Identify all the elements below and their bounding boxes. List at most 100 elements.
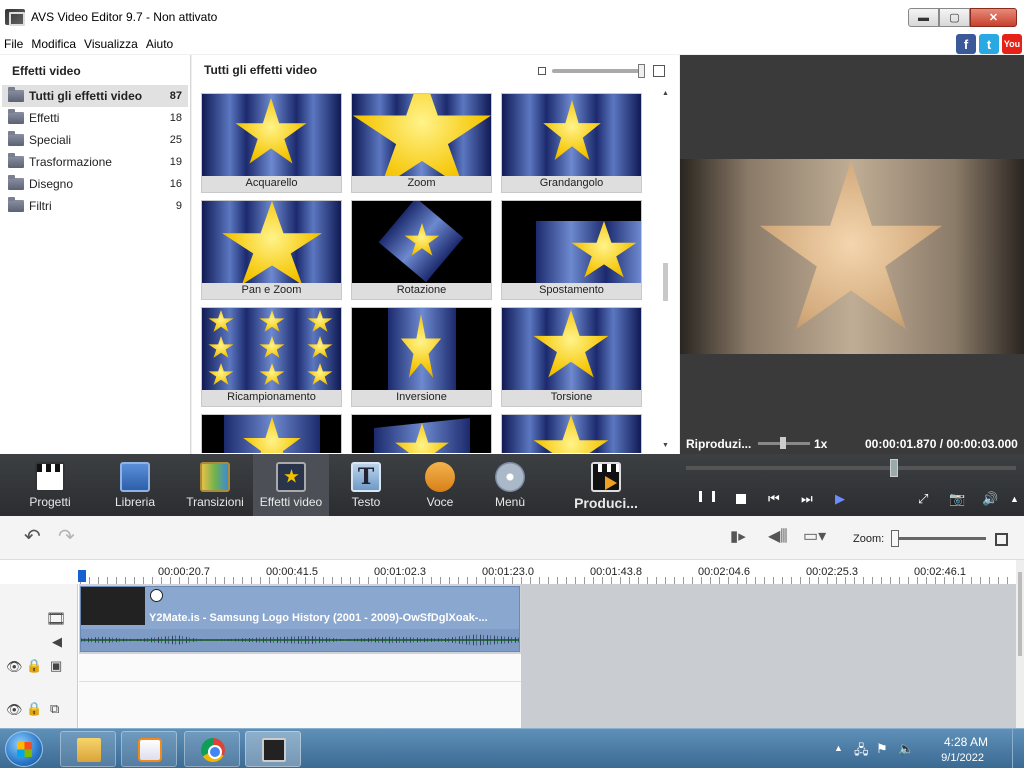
menu-visualizza[interactable]: Visualizza <box>80 37 142 51</box>
category-item-disegno[interactable]: Disegno 16 <box>2 173 188 195</box>
effect-tile-spostamento[interactable]: Spostamento <box>501 200 642 300</box>
timeline-scrollbar[interactable] <box>1016 560 1024 728</box>
next-frame-icon[interactable]: ⏭ <box>801 491 813 507</box>
large-size-icon[interactable] <box>653 65 665 77</box>
effect-tile-grandangolo[interactable]: Grandangolo <box>501 93 642 193</box>
close-button[interactable]: ✕ <box>970 8 1017 27</box>
effect-tile-torsione[interactable]: Torsione <box>501 307 642 407</box>
effect-tile[interactable] <box>351 414 492 453</box>
redo-icon[interactable]: ↷ <box>58 527 75 547</box>
youtube-icon[interactable]: You <box>1002 34 1022 54</box>
thumbnail-size-slider[interactable] <box>538 64 666 78</box>
grid-scrollbar[interactable]: ▲ ▼ <box>662 90 670 452</box>
effect-tile-ricampionamento[interactable]: Ricampionamento <box>201 307 342 407</box>
facebook-icon[interactable]: f <box>956 34 976 54</box>
volume-icon[interactable]: 🔊 <box>982 491 998 507</box>
empty-timeline-region[interactable] <box>521 584 1016 728</box>
category-item-speciali[interactable]: Speciali 25 <box>2 129 188 151</box>
playback-position-thumb[interactable] <box>890 459 898 477</box>
small-size-icon[interactable] <box>538 67 546 75</box>
progetti-button[interactable]: Progetti <box>18 454 82 516</box>
clapperboard-icon <box>35 462 65 492</box>
visibility-eye-icon[interactable]: 👁 <box>6 659 23 675</box>
ruler-ticks <box>80 577 1010 584</box>
playback-position-track[interactable] <box>686 466 1016 470</box>
clock-time[interactable]: 4:28 AM <box>944 735 988 749</box>
taskbar-media-player[interactable] <box>121 731 177 767</box>
size-thumb[interactable] <box>638 64 645 78</box>
fullscreen-icon[interactable]: ⤢ <box>918 491 928 507</box>
speed-slider-thumb[interactable] <box>780 437 786 449</box>
effect-label: Spostamento <box>539 284 604 296</box>
effect-tile-zoom[interactable]: Zoom <box>351 93 492 193</box>
zoom-fit-icon[interactable] <box>995 533 1008 546</box>
snapshot-camera-icon[interactable]: 📷 <box>949 491 965 507</box>
category-count: 16 <box>169 178 182 190</box>
produci-button[interactable]: Produci... <box>570 454 642 516</box>
network-icon[interactable]: 🖧 <box>854 741 869 763</box>
show-desktop-button[interactable] <box>1012 729 1024 768</box>
previous-frame-icon[interactable]: ⏮ <box>768 491 780 507</box>
effect-tile-rotazione[interactable]: Rotazione <box>351 200 492 300</box>
effect-tile[interactable] <box>501 414 642 453</box>
clip-effect-badge-icon[interactable] <box>150 589 163 602</box>
split-clip-icon[interactable]: ▶ <box>835 491 845 507</box>
lock-icon[interactable]: 🔒 <box>26 658 42 674</box>
clock-date[interactable]: 9/1/2022 <box>941 752 984 764</box>
effect-tile-inversione[interactable]: Inversione <box>351 307 492 407</box>
category-item-filtri[interactable]: Filtri 9 <box>2 195 188 217</box>
transizioni-button[interactable]: Transizioni <box>183 454 247 516</box>
zoom-slider-thumb[interactable] <box>891 530 899 547</box>
taskbar-chrome[interactable] <box>184 731 240 767</box>
menu-file[interactable]: File <box>0 37 27 51</box>
effect-thumbnail <box>352 94 491 176</box>
audio-mute-icon[interactable]: ◀ <box>52 634 62 650</box>
playhead-marker[interactable] <box>78 570 86 582</box>
timeline-scroll-thumb[interactable] <box>1018 572 1022 656</box>
scroll-up-icon[interactable]: ▲ <box>662 90 669 97</box>
start-button[interactable] <box>5 731 43 767</box>
taskbar-explorer[interactable] <box>60 731 116 767</box>
size-track[interactable] <box>552 69 642 73</box>
folder-icon <box>8 131 24 146</box>
category-item-all[interactable]: Tutti gli effetti video 87 <box>2 85 188 107</box>
preview-video[interactable] <box>680 159 1024 354</box>
effect-tile-acquarello[interactable]: Acquarello <box>201 93 342 193</box>
minimize-button[interactable]: ▬ <box>908 8 939 27</box>
volume-menu-icon[interactable]: ▲ <box>1010 494 1019 504</box>
menu-modifica[interactable]: Modifica <box>27 37 80 51</box>
audio-mixer-icon[interactable]: ◀⫼ <box>768 529 788 545</box>
maximize-button[interactable]: ▢ <box>939 8 970 27</box>
category-label: Disegno <box>29 177 74 191</box>
category-item-trasformazione[interactable]: Trasformazione 19 <box>2 151 188 173</box>
stop-icon[interactable] <box>736 494 746 504</box>
effect-tile[interactable] <box>201 414 342 453</box>
effect-label: Grandangolo <box>539 177 604 189</box>
zoom-slider-track[interactable] <box>892 537 986 540</box>
pause-icon[interactable] <box>699 491 715 502</box>
taskbar-avs-editor[interactable] <box>245 731 301 767</box>
scroll-thumb[interactable] <box>663 263 668 301</box>
show-hidden-icons-icon[interactable]: ▲ <box>834 743 843 753</box>
twitter-icon[interactable]: t <box>979 34 999 54</box>
aspect-ratio-icon[interactable]: ▭▾ <box>803 529 826 545</box>
voce-button[interactable]: Voce <box>410 454 470 516</box>
action-center-icon[interactable]: ⚑ <box>876 741 888 757</box>
effetti-video-button[interactable]: Effetti video <box>253 454 329 516</box>
star-icon <box>235 98 307 164</box>
split-toggle-icon[interactable]: ▮▸ <box>730 529 746 545</box>
menu-disc-button[interactable]: Menù <box>480 454 540 516</box>
category-item-effetti[interactable]: Effetti 18 <box>2 107 188 129</box>
testo-button[interactable]: T Testo <box>336 454 396 516</box>
clip-title: Y2Mate.is - Samsung Logo History (2001 -… <box>149 612 488 624</box>
timeline-ruler[interactable]: 00:00:20.7 00:00:41.5 00:01:02.3 00:01:2… <box>0 560 1024 584</box>
visibility-eye-icon[interactable]: 👁 <box>6 702 23 718</box>
undo-icon[interactable]: ↶ <box>24 527 41 547</box>
speaker-icon[interactable]: 🔈 <box>898 741 914 757</box>
lock-icon[interactable]: 🔒 <box>26 701 42 717</box>
menu-aiuto[interactable]: Aiuto <box>142 37 177 51</box>
video-clip[interactable]: Y2Mate.is - Samsung Logo History (2001 -… <box>80 586 520 652</box>
effect-tile-pan-e-zoom[interactable]: Pan e Zoom <box>201 200 342 300</box>
scroll-down-icon[interactable]: ▼ <box>662 442 669 449</box>
libreria-button[interactable]: Libreria <box>103 454 167 516</box>
